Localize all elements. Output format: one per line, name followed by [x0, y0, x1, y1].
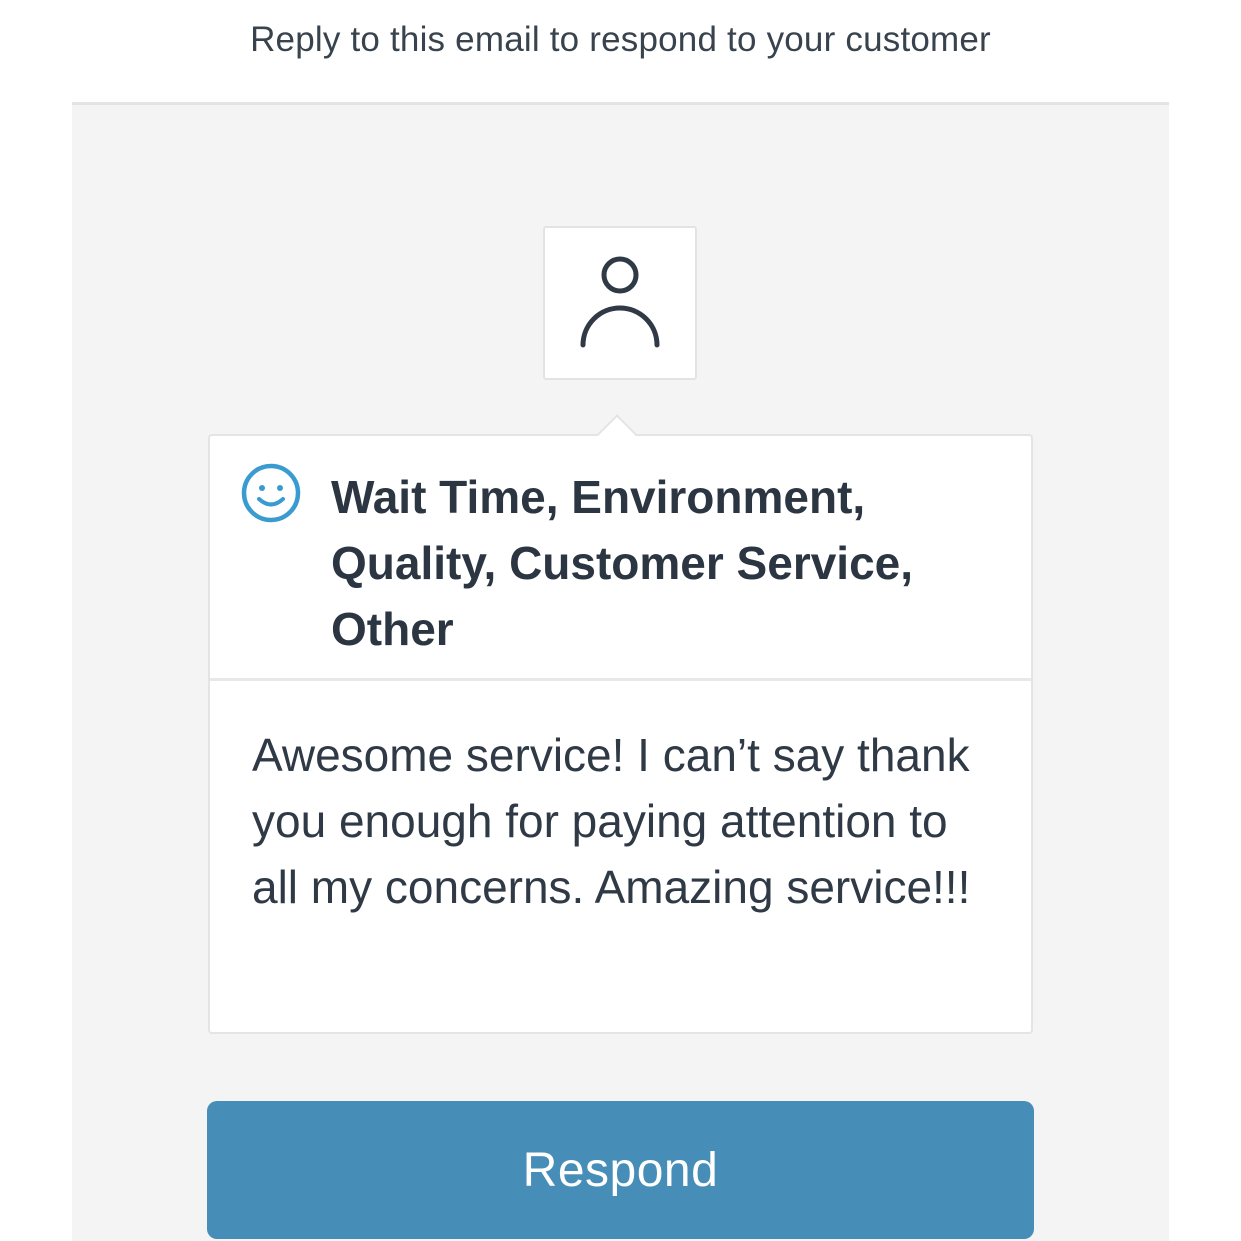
email-page: Reply to this email to respond to your c…: [0, 0, 1241, 1241]
smiley-face-icon: [241, 463, 301, 523]
feedback-card: Wait Time, Environment, Quality, Custome…: [208, 414, 1033, 1034]
customer-avatar: [543, 226, 697, 380]
person-icon: [580, 256, 660, 348]
feedback-comment: Awesome service! I can’t say thank you e…: [252, 729, 971, 913]
respond-button[interactable]: Respond: [207, 1101, 1034, 1239]
feedback-header: Wait Time, Environment, Quality, Custome…: [210, 436, 1031, 681]
feedback-categories: Wait Time, Environment, Quality, Custome…: [331, 471, 914, 655]
reply-notice: Reply to this email to respond to your c…: [250, 20, 991, 59]
